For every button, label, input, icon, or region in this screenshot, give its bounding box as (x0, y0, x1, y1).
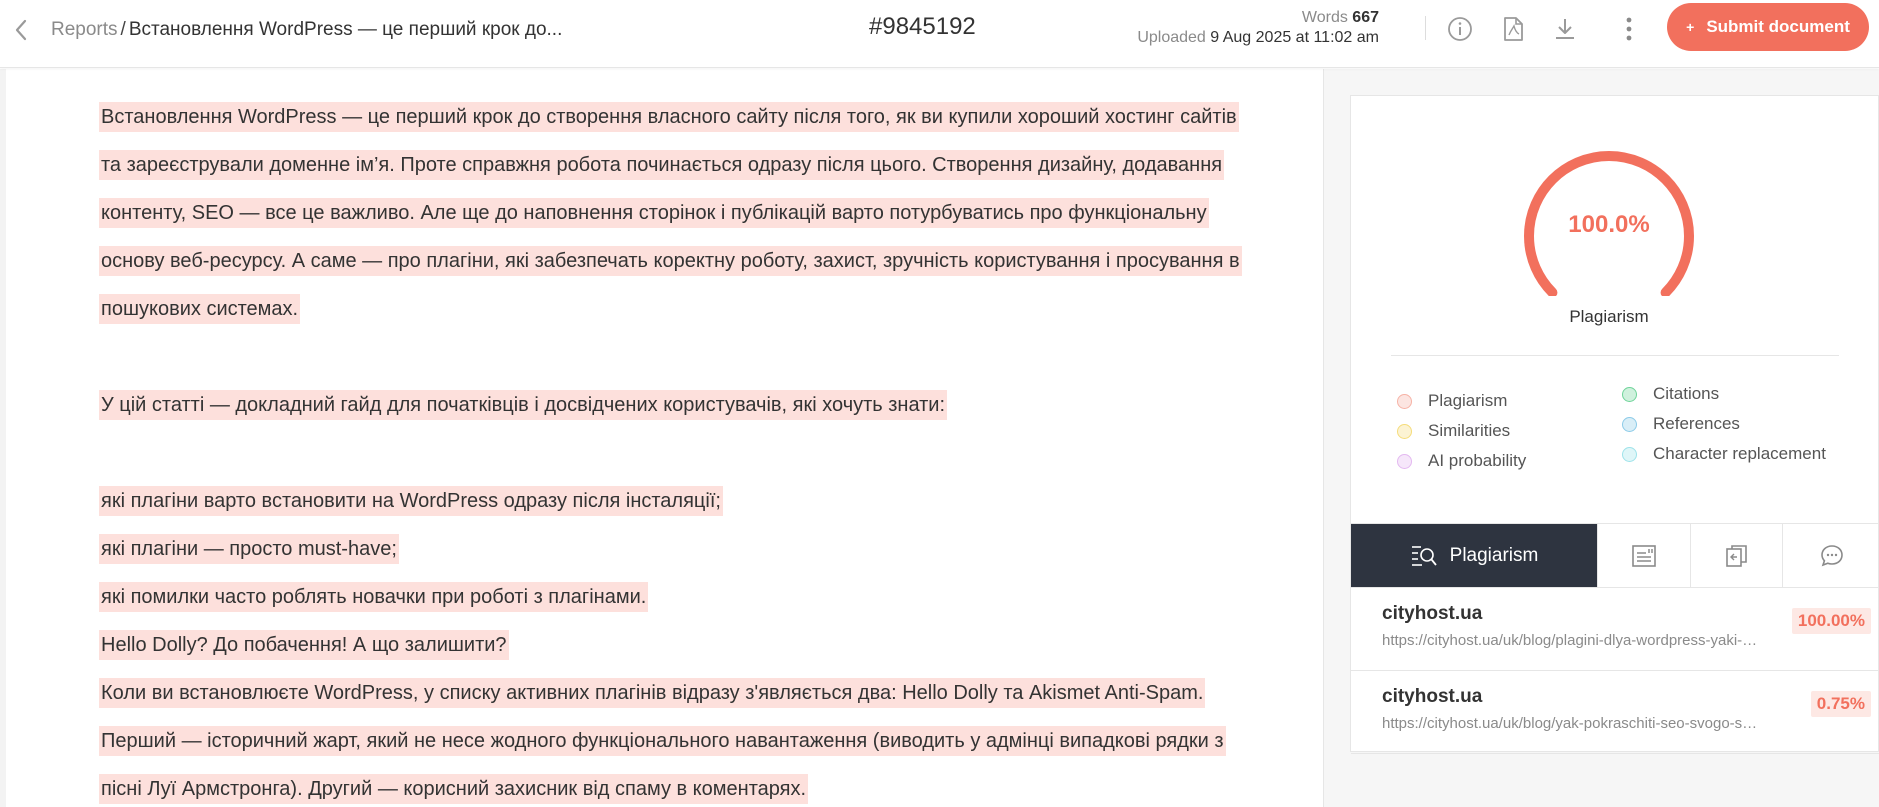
top-bar: Reports / Встановлення WordPress — це перш… (0, 0, 1879, 68)
source-match-percent: 100.00% (1791, 608, 1871, 634)
legend-dot (1622, 446, 1637, 462)
source-item[interactable]: cityhost.ua https://cityhost.ua/uk/blog/… (1351, 588, 1879, 671)
legend-dot (1397, 423, 1412, 439)
pdf-export-button[interactable] (1497, 13, 1529, 45)
info-icon (1448, 17, 1472, 41)
document-meta: Words 667 Uploaded 9 Aug 2025 at 11:02 a… (1137, 8, 1379, 48)
document-id: #9845192 (869, 13, 976, 40)
legend-plagiarism: Plagiarism (1397, 391, 1507, 411)
paragraph: Встановлення WordPress — це перший крок … (99, 93, 1249, 333)
source-item[interactable]: cityhost.ua https://cityhost.ua/uk/blog/… (1351, 671, 1879, 754)
breadcrumb-reports-link[interactable]: Reports (51, 19, 118, 40)
info-button[interactable] (1444, 13, 1476, 45)
tab-comments[interactable] (1782, 524, 1879, 587)
results-panel: 100.0% Plagiarism Plagiarism Similaritie… (1350, 95, 1879, 754)
tab-compare[interactable] (1690, 524, 1782, 587)
paragraph: У цій статті — докладний гайд для початк… (99, 381, 1249, 429)
breadcrumb-separator: / (120, 19, 126, 40)
upload-date: Uploaded 9 Aug 2025 at 11:02 am (1137, 29, 1379, 46)
plagiarism-score: 100.0% (1568, 211, 1650, 238)
download-icon (1556, 19, 1574, 39)
list-item: які помилки часто роблять новачки при ро… (99, 573, 1249, 621)
legend-dot (1397, 393, 1412, 409)
header-divider (1425, 16, 1426, 40)
plagiarism-highlight[interactable]: які плагіни — просто must-have; (99, 534, 399, 564)
submit-document-label: Submit document (1706, 17, 1850, 36)
plagiarism-score-label: Plagiarism (1569, 307, 1649, 326)
source-url[interactable]: https://cityhost.ua/uk/blog/yak-pokrasch… (1382, 715, 1760, 732)
legend-character-replacement: Character replacement (1622, 444, 1826, 464)
legend-dot (1397, 453, 1412, 469)
download-button[interactable] (1549, 13, 1581, 45)
source-match-percent: 0.75% (1810, 691, 1871, 717)
chevron-left-icon (15, 19, 27, 41)
document-viewer[interactable]: Встановлення WordPress — це перший крок … (0, 69, 1324, 807)
plagiarism-search-icon (1411, 545, 1437, 566)
panel-divider (1391, 355, 1839, 356)
more-options-button[interactable] (1613, 13, 1645, 45)
plagiarism-highlight[interactable]: які плагіни варто встановити на WordPres… (99, 486, 723, 516)
plagiarism-highlight[interactable]: які помилки часто роблять новачки при ро… (99, 582, 649, 612)
legend-similarities: Similarities (1397, 421, 1510, 441)
breadcrumb: Reports / Встановлення WordPress — це перш… (51, 17, 562, 43)
plagiarism-highlight[interactable]: У цій статті — докладний гайд для початк… (99, 390, 948, 420)
plagiarism-highlight[interactable]: Hello Dolly? До побачення! А що залишити… (99, 630, 509, 660)
source-url[interactable]: https://cityhost.ua/uk/blog/plagini-dlya… (1382, 632, 1760, 649)
document-text: Встановлення WordPress — це перший крок … (99, 93, 1249, 807)
list-item: Hello Dolly? До побачення! А що залишити… (99, 621, 1249, 669)
results-tabs: Plagiarism (1351, 523, 1879, 588)
back-button[interactable] (8, 17, 34, 43)
legend-dot (1622, 386, 1637, 402)
paragraph: Коли ви встановлюєте WordPress, у списку… (99, 669, 1249, 807)
legend-references: References (1622, 414, 1740, 434)
document-list-icon (1632, 544, 1656, 567)
tab-report[interactable] (1597, 524, 1690, 587)
word-count: Words 667 (1301, 9, 1379, 26)
copy-compare-icon (1725, 544, 1747, 567)
plagiarism-highlight[interactable]: Встановлення WordPress — це перший крок … (99, 102, 1242, 324)
plus-icon: + (1686, 19, 1695, 35)
source-name: cityhost.ua (1382, 603, 1483, 624)
legend-citations: Citations (1622, 384, 1719, 404)
tab-plagiarism-label: Plagiarism (1449, 544, 1539, 566)
comment-icon (1820, 544, 1843, 566)
legend-dot (1622, 416, 1637, 432)
breadcrumb-current: Встановлення WordPress — це перший крок … (128, 19, 563, 40)
legend-ai-probability: AI probability (1397, 451, 1526, 471)
tab-plagiarism[interactable]: Plagiarism (1351, 524, 1597, 587)
plagiarism-highlight[interactable]: Коли ви встановлюєте WordPress, у списку… (99, 678, 1226, 804)
pdf-icon (1504, 17, 1523, 41)
list-item: які плагіни — просто must-have; (99, 525, 1249, 573)
more-vertical-icon (1626, 17, 1632, 41)
submit-document-button[interactable]: + Submit document (1667, 3, 1869, 51)
list-item: які плагіни варто встановити на WordPres… (99, 477, 1249, 525)
source-name: cityhost.ua (1382, 686, 1483, 707)
